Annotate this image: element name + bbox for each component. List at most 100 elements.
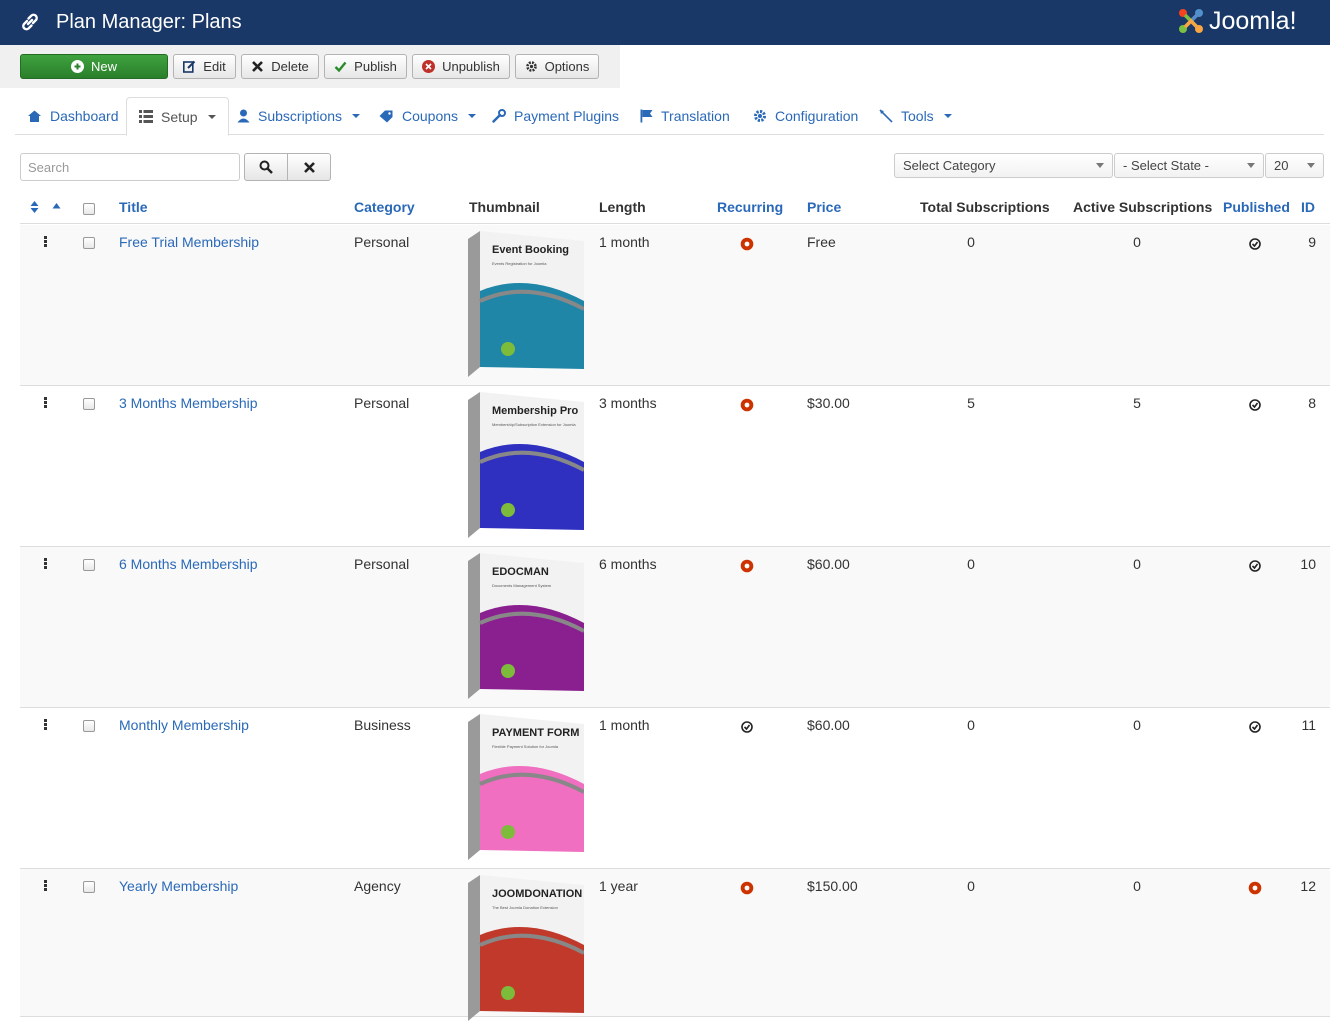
row-checkbox[interactable] xyxy=(83,559,95,571)
recurring-unpublished-icon[interactable] xyxy=(740,559,754,573)
chevron-down-icon xyxy=(1247,163,1255,168)
row-checkbox[interactable] xyxy=(83,720,95,732)
recurring-unpublished-icon[interactable] xyxy=(740,237,754,251)
tab-subscriptions[interactable]: Subscriptions xyxy=(237,97,361,135)
thumbnail-subtitle: Events Registration for Joomla xyxy=(492,261,547,266)
chevron-down-icon xyxy=(207,114,216,119)
plan-title-link[interactable]: 3 Months Membership xyxy=(119,395,258,411)
plan-length: 1 month xyxy=(599,234,650,250)
plan-id: 10 xyxy=(1300,556,1316,572)
gear-icon xyxy=(754,110,766,122)
state-filter-select[interactable]: - Select State - xyxy=(1114,153,1264,178)
column-id[interactable]: ID xyxy=(1301,199,1315,215)
delete-button[interactable]: Delete xyxy=(241,54,319,79)
plan-title-link[interactable]: Yearly Membership xyxy=(119,878,238,894)
chevron-down-icon xyxy=(943,114,952,118)
search-icon xyxy=(259,160,273,174)
thumbnail-product-name: Membership Pro xyxy=(492,405,578,417)
table-header: Title Category Thumbnail Length Recurrin… xyxy=(20,190,1330,224)
column-title[interactable]: Title xyxy=(119,199,148,215)
active-subscriptions: 5 xyxy=(1133,395,1141,411)
row-checkbox[interactable] xyxy=(83,398,95,410)
options-button[interactable]: Options xyxy=(515,54,599,79)
total-subscriptions: 0 xyxy=(967,717,975,733)
column-price[interactable]: Price xyxy=(807,199,841,215)
search-input[interactable] xyxy=(20,153,240,181)
plan-title-link[interactable]: 6 Months Membership xyxy=(119,556,258,572)
check-icon xyxy=(334,61,347,73)
publish-button[interactable]: Publish xyxy=(324,54,407,79)
row-checkbox[interactable] xyxy=(83,237,95,249)
plan-thumbnail: PAYMENT FORM Flexible Payment Solution fo… xyxy=(468,714,584,860)
published-unpublished-icon[interactable] xyxy=(1248,881,1262,895)
table-row: Yearly Membership Agency JOOMDONATION The B… xyxy=(20,869,1330,1021)
chevron-down-icon xyxy=(1307,163,1315,168)
select-all-checkbox[interactable] xyxy=(83,203,95,215)
edit-button[interactable]: Edit xyxy=(173,54,236,79)
thumbnail-subtitle: The Best Joomla Donation Extension xyxy=(492,905,558,910)
joomla-logo: Joomla! xyxy=(1176,4,1326,38)
unpublish-button[interactable]: Unpublish xyxy=(412,54,510,79)
search-button[interactable] xyxy=(244,153,288,181)
table-row: Free Trial Membership Personal Event Booki… xyxy=(20,225,1330,386)
tab-setup[interactable]: Setup xyxy=(126,97,229,136)
sort-icon[interactable] xyxy=(30,201,39,213)
category-filter-value: Select Category xyxy=(903,158,996,173)
tab-payment-plugins[interactable]: Payment Plugins xyxy=(492,97,619,135)
recurring-unpublished-icon[interactable] xyxy=(740,398,754,412)
tab-configuration[interactable]: Configuration xyxy=(753,97,858,135)
plus-circle-icon xyxy=(70,60,84,73)
plan-title-link[interactable]: Monthly Membership xyxy=(119,717,249,733)
user-icon xyxy=(237,109,250,123)
column-active-subscriptions: Active Subscriptions xyxy=(1073,199,1213,215)
flag-icon xyxy=(640,109,653,123)
plan-price: $30.00 xyxy=(807,395,850,411)
recurring-check-icon[interactable] xyxy=(740,720,754,734)
column-length: Length xyxy=(599,199,646,215)
drag-handle-icon[interactable] xyxy=(44,236,47,247)
table-row: Monthly Membership Business PAYMENT FORM Fl… xyxy=(20,708,1330,869)
plan-price: $60.00 xyxy=(807,556,850,572)
edit-icon xyxy=(183,60,196,73)
drag-handle-icon[interactable] xyxy=(44,719,47,730)
joomla-mark-icon xyxy=(1179,9,1203,33)
new-button[interactable]: New xyxy=(20,54,168,79)
total-subscriptions: 0 xyxy=(967,556,975,572)
limit-select[interactable]: 20 xyxy=(1265,153,1324,178)
tab-dashboard[interactable]: Dashboard xyxy=(27,97,119,135)
drag-handle-icon[interactable] xyxy=(44,880,47,891)
page-title: Plan Manager: Plans xyxy=(56,11,242,33)
tab-coupons[interactable]: Coupons xyxy=(379,97,477,135)
column-category[interactable]: Category xyxy=(354,199,415,215)
thumbnail-product-name: PAYMENT FORM xyxy=(492,727,579,739)
published-check-icon[interactable] xyxy=(1248,237,1262,251)
table-row: 3 Months Membership Personal Membership Pr… xyxy=(20,386,1330,547)
table-row: 6 Months Membership Personal EDOCMAN Docume… xyxy=(20,547,1330,708)
tab-translation[interactable]: Translation xyxy=(640,97,730,135)
edit-button-label: Edit xyxy=(203,59,226,74)
clear-search-button[interactable] xyxy=(287,153,331,181)
column-published[interactable]: Published xyxy=(1223,199,1290,215)
new-button-label: New xyxy=(90,59,117,74)
drag-handle-icon[interactable] xyxy=(44,397,47,408)
sort-asc-icon[interactable] xyxy=(52,203,61,209)
column-recurring[interactable]: Recurring xyxy=(717,199,783,215)
tab-setup-label: Setup xyxy=(161,108,198,125)
row-checkbox[interactable] xyxy=(83,881,95,893)
total-subscriptions: 0 xyxy=(967,234,975,250)
unpublish-button-label: Unpublish xyxy=(442,59,500,74)
recurring-unpublished-icon[interactable] xyxy=(740,881,754,895)
drag-handle-icon[interactable] xyxy=(44,558,47,569)
published-check-icon[interactable] xyxy=(1248,398,1262,412)
category-filter-select[interactable]: Select Category xyxy=(894,153,1113,178)
tab-tools[interactable]: Tools xyxy=(879,97,952,135)
plan-title-link[interactable]: Free Trial Membership xyxy=(119,234,259,250)
chevron-down-icon xyxy=(468,114,477,118)
published-check-icon[interactable] xyxy=(1248,720,1262,734)
toolbar: New Edit Delete Publish Unpublish Option… xyxy=(0,45,620,88)
plan-category: Agency xyxy=(354,878,401,894)
tag-icon xyxy=(379,110,393,122)
plan-length: 6 months xyxy=(599,556,657,572)
tab-subscriptions-label: Subscriptions xyxy=(258,108,343,124)
published-check-icon[interactable] xyxy=(1248,559,1262,573)
